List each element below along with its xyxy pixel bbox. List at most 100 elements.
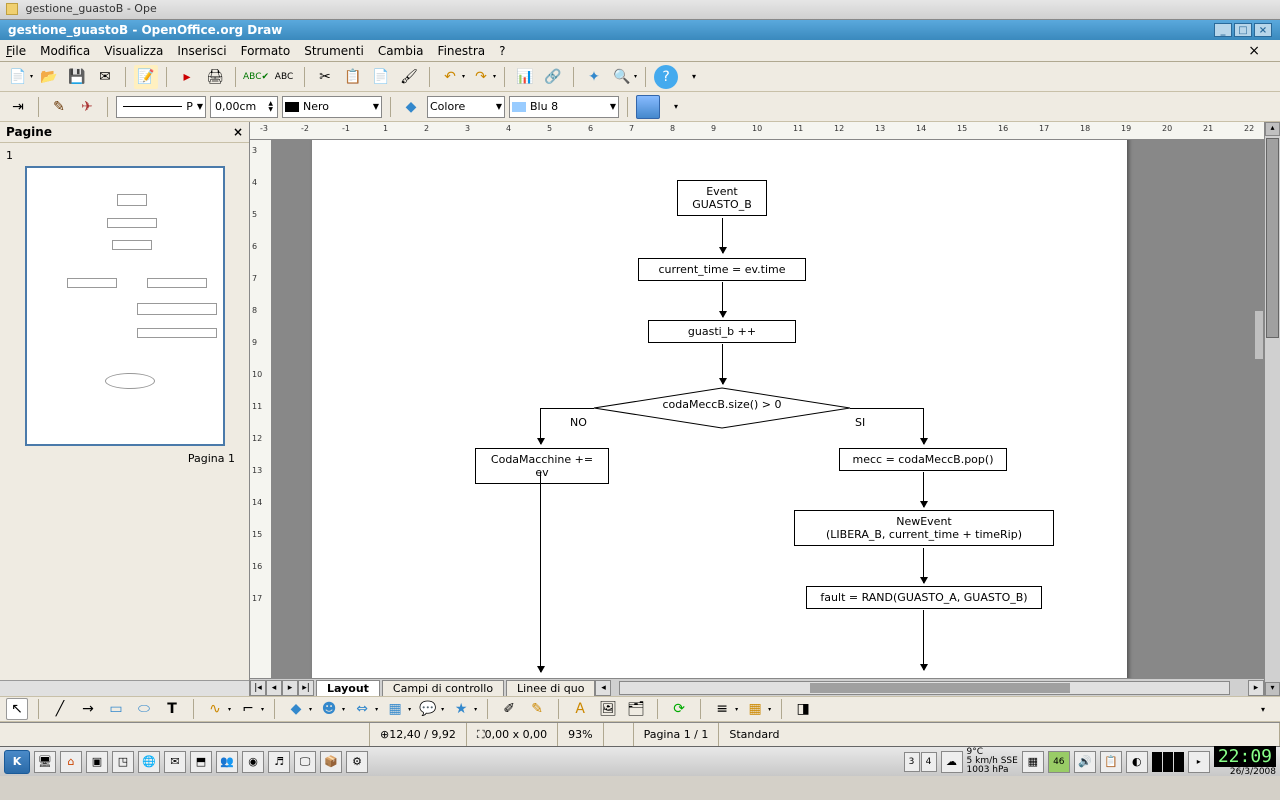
tab-layout[interactable]: Layout — [316, 680, 380, 696]
paste-icon[interactable]: 📄 — [369, 65, 393, 89]
extrusion-icon[interactable]: ◨ — [792, 698, 814, 720]
area-icon[interactable]: ◆ — [399, 95, 423, 119]
arrange-icon[interactable]: ▦ — [744, 698, 766, 720]
help-icon[interactable]: ? — [654, 65, 678, 89]
copy-icon[interactable]: 📋 — [341, 65, 365, 89]
weather-icon[interactable]: ☁ — [941, 751, 963, 773]
pdf-export-icon[interactable]: ▸ — [175, 65, 199, 89]
star-shapes-icon[interactable]: ★ — [450, 698, 472, 720]
email-icon[interactable]: ✉ — [93, 65, 117, 89]
fill-color-select[interactable]: Blu 8▼ — [509, 96, 619, 118]
systray-num-icon[interactable]: 46 — [1048, 751, 1070, 773]
taskbar-app6-icon[interactable]: 🖵 — [294, 751, 316, 773]
edit-points-icon[interactable]: ✐ — [498, 698, 520, 720]
block-arrows-icon[interactable]: ⇔ — [351, 698, 373, 720]
chart-icon[interactable]: 📊 — [513, 65, 537, 89]
vertical-ruler[interactable]: 34567891011121314151617 — [250, 140, 272, 678]
volume-icon[interactable]: 🔊 — [1074, 751, 1096, 773]
menu-finestra[interactable]: Finestra — [438, 44, 486, 58]
cut-icon[interactable]: ✂ — [313, 65, 337, 89]
line-tool-icon[interactable]: ╱ — [49, 698, 71, 720]
taskbar-app4-icon[interactable]: ◉ — [242, 751, 264, 773]
maximize-button[interactable]: □ — [1234, 23, 1252, 37]
kde-menu-button[interactable]: K — [4, 750, 30, 774]
close-document-button[interactable]: × — [1248, 43, 1260, 59]
close-button[interactable]: × — [1254, 23, 1272, 37]
flow-node-fault[interactable]: fault = RAND(GUASTO_A, GUASTO_B) — [806, 586, 1042, 609]
taskbar-app3-icon[interactable]: 👥 — [216, 751, 238, 773]
connector-tool-icon[interactable]: ⌐ — [237, 698, 259, 720]
tab-scroll-left[interactable]: ◂ — [595, 680, 611, 696]
klipper-icon[interactable]: 📋 — [1100, 751, 1122, 773]
toolbar2-overflow-icon[interactable]: ▾ — [664, 95, 688, 119]
from-file-icon[interactable]: 🖼 — [597, 698, 619, 720]
glue-points-icon[interactable]: ✎ — [526, 698, 548, 720]
redo-icon[interactable]: ↷ — [469, 65, 493, 89]
flowchart-shapes-icon[interactable]: ▦ — [384, 698, 406, 720]
shadow-icon[interactable] — [636, 95, 660, 119]
systray-misc-icon[interactable]: ◐ — [1126, 751, 1148, 773]
taskbar-app8-icon[interactable]: ⚙ — [346, 751, 368, 773]
vertical-scrollbar[interactable]: ▴ ▾ — [1264, 122, 1280, 696]
arrow-style-icon[interactable]: ⇥ — [6, 95, 30, 119]
systray-app-icon[interactable]: ▦ — [1022, 751, 1044, 773]
taskbar-app1-icon[interactable]: ◳ — [112, 751, 134, 773]
tab-nav-first[interactable]: |◂ — [250, 680, 266, 696]
page-thumbnail-1[interactable] — [25, 166, 225, 446]
curve-tool-icon[interactable]: ∿ — [204, 698, 226, 720]
toolbar-overflow-icon[interactable]: ▾ — [682, 65, 706, 89]
taskbar-app5-icon[interactable]: ♬ — [268, 751, 290, 773]
taskbar-desktop-icon[interactable]: 🖥 — [34, 751, 56, 773]
fontwork-icon[interactable]: A — [569, 698, 591, 720]
pager-desk-4[interactable]: 4 — [921, 752, 937, 772]
align-icon[interactable]: ≡ — [711, 698, 733, 720]
scroll-down-button[interactable]: ▾ — [1265, 682, 1280, 696]
rect-tool-icon[interactable]: ▭ — [105, 698, 127, 720]
taskbar-mail-icon[interactable]: ✉ — [164, 751, 186, 773]
flow-node-newevent[interactable]: NewEvent (LIBERA_B, current_time + timeR… — [794, 510, 1054, 546]
format-paint-icon[interactable]: 🖌 — [397, 65, 421, 89]
tab-nav-last[interactable]: ▸| — [298, 680, 314, 696]
scroll-grip[interactable] — [1254, 310, 1264, 360]
menu-modifica[interactable]: Modifica — [40, 44, 90, 58]
taskbar-app7-icon[interactable]: 📦 — [320, 751, 342, 773]
open-icon[interactable]: 📂 — [37, 65, 61, 89]
app-titlebar[interactable]: gestione_guastoB - OpenOffice.org Draw _… — [0, 20, 1280, 40]
text-tool-icon[interactable]: T — [161, 698, 183, 720]
fill-mode-select[interactable]: Colore▼ — [427, 96, 505, 118]
menu-strumenti[interactable]: Strumenti — [304, 44, 364, 58]
page-thumbnails[interactable]: 1 Pagina 1 — [0, 143, 249, 680]
menu-cambia[interactable]: Cambia — [378, 44, 424, 58]
hyperlink-icon[interactable]: 🔗 — [541, 65, 565, 89]
scroll-up-button[interactable]: ▴ — [1265, 122, 1280, 136]
symbol-shapes-icon[interactable]: ☻ — [318, 698, 340, 720]
tab-nav-prev[interactable]: ◂ — [266, 680, 282, 696]
save-icon[interactable]: 💾 — [65, 65, 89, 89]
navigator-icon[interactable]: ✦ — [582, 65, 606, 89]
horizontal-scrollbar[interactable] — [619, 681, 1230, 695]
taskbar-clock[interactable]: 22:09 — [1214, 746, 1276, 767]
callout-shapes-icon[interactable]: 💬 — [417, 698, 439, 720]
autospell-icon[interactable]: ABC — [272, 65, 296, 89]
menu-help[interactable]: ? — [499, 44, 505, 58]
menu-inserisci[interactable]: Inserisci — [177, 44, 226, 58]
edit-file-icon[interactable]: 📝 — [134, 65, 158, 89]
flow-decision[interactable]: codaMeccB.size() > 0 — [592, 386, 852, 426]
rotate-icon[interactable]: ⟳ — [668, 698, 690, 720]
status-zoom[interactable]: 93% — [558, 723, 603, 746]
horizontal-ruler[interactable]: -3-2-11234567891011121314151617181920212… — [250, 122, 1264, 140]
taskbar-browser-icon[interactable]: 🌐 — [138, 751, 160, 773]
minimize-button[interactable]: _ — [1214, 23, 1232, 37]
systray-arrow-icon[interactable]: ▸ — [1188, 751, 1210, 773]
pager-desk-3[interactable]: 3 — [904, 752, 920, 772]
drawing-canvas[interactable]: Event GUASTO_B current_time = ev.time gu… — [272, 140, 1264, 678]
basic-shapes-icon[interactable]: ◆ — [285, 698, 307, 720]
menu-file[interactable]: FFileile — [6, 44, 26, 58]
tab-linee[interactable]: Linee di quo — [506, 680, 595, 696]
arrow-tool-icon[interactable]: → — [77, 698, 99, 720]
flow-node-event[interactable]: Event GUASTO_B — [677, 180, 767, 216]
line-arrow-icon[interactable]: ✈ — [75, 95, 99, 119]
taskbar-home-icon[interactable]: ⌂ — [60, 751, 82, 773]
flow-node-guasti[interactable]: guasti_b ++ — [648, 320, 796, 343]
tab-nav-next[interactable]: ▸ — [282, 680, 298, 696]
